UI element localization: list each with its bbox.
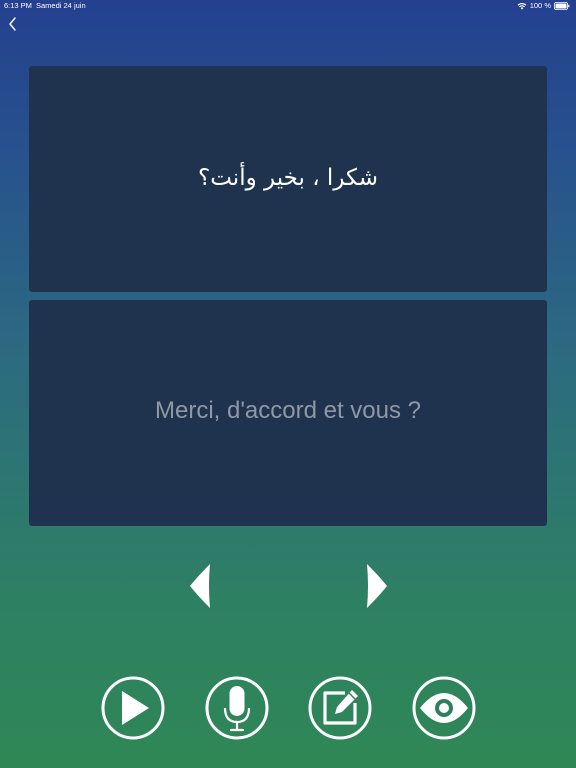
status-date: Samedi 24 juin bbox=[36, 1, 86, 10]
eye-icon bbox=[412, 676, 476, 740]
arrow-left-icon bbox=[190, 564, 210, 608]
status-bar: 6:13 PM Samedi 24 juin 100 % bbox=[0, 0, 576, 12]
translation-text: Merci, d'accord et vous ? bbox=[154, 397, 422, 424]
play-icon bbox=[101, 676, 165, 740]
source-phrase-card: شكرا ، بخير وأنت؟ bbox=[29, 66, 547, 292]
status-indicators: 100 % bbox=[517, 0, 570, 12]
battery-icon bbox=[554, 2, 570, 10]
microphone-icon bbox=[205, 676, 269, 740]
previous-phrase-button[interactable] bbox=[188, 562, 214, 610]
source-phrase-text: شكرا ، بخير وأنت؟ bbox=[198, 165, 378, 191]
record-button[interactable] bbox=[205, 676, 269, 740]
chevron-left-icon bbox=[9, 17, 16, 31]
arrow-right-icon bbox=[367, 564, 387, 608]
status-time: 6:13 PM bbox=[4, 1, 32, 10]
back-button[interactable] bbox=[3, 14, 23, 34]
reveal-button[interactable] bbox=[412, 676, 476, 740]
next-phrase-button[interactable] bbox=[363, 562, 389, 610]
edit-button[interactable] bbox=[308, 676, 372, 740]
wifi-icon bbox=[517, 2, 527, 10]
translation-card[interactable]: Merci, d'accord et vous ? bbox=[29, 300, 547, 526]
battery-percentage: 100 % bbox=[529, 1, 551, 10]
edit-icon bbox=[308, 676, 372, 740]
play-audio-button[interactable] bbox=[101, 676, 165, 740]
